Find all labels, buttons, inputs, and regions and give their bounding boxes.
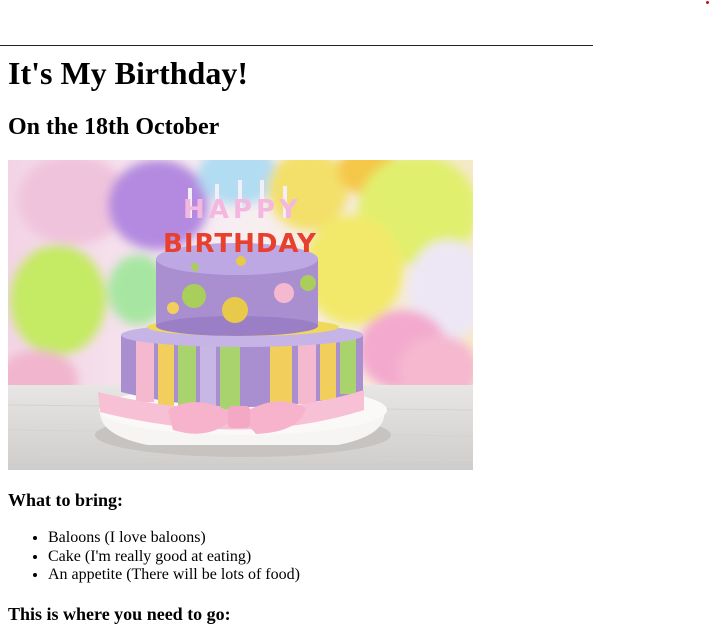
svg-text:HAPPY: HAPPY bbox=[183, 195, 302, 225]
cake-bottom-tier bbox=[121, 323, 363, 410]
svg-text:BIRTHDAY: BIRTHDAY bbox=[163, 229, 317, 259]
list-item: An appetite (There will be lots of food) bbox=[48, 566, 300, 585]
page-title: It's My Birthday! bbox=[8, 55, 248, 91]
bring-heading: What to bring: bbox=[8, 490, 124, 510]
bring-list: Baloons (I love baloons) Cake (I'm reall… bbox=[8, 529, 300, 585]
directions-heading: This is where you need to go: bbox=[8, 604, 231, 624]
page-subtitle: On the 18th October bbox=[8, 114, 220, 140]
list-item: Baloons (I love baloons) bbox=[48, 529, 300, 548]
birthday-cake-image: HAPPY BIRTHDAY bbox=[8, 160, 473, 470]
list-item: Cake (I'm really good at eating) bbox=[48, 548, 300, 567]
horizontal-rule bbox=[0, 45, 593, 46]
corner-marker bbox=[706, 1, 709, 4]
